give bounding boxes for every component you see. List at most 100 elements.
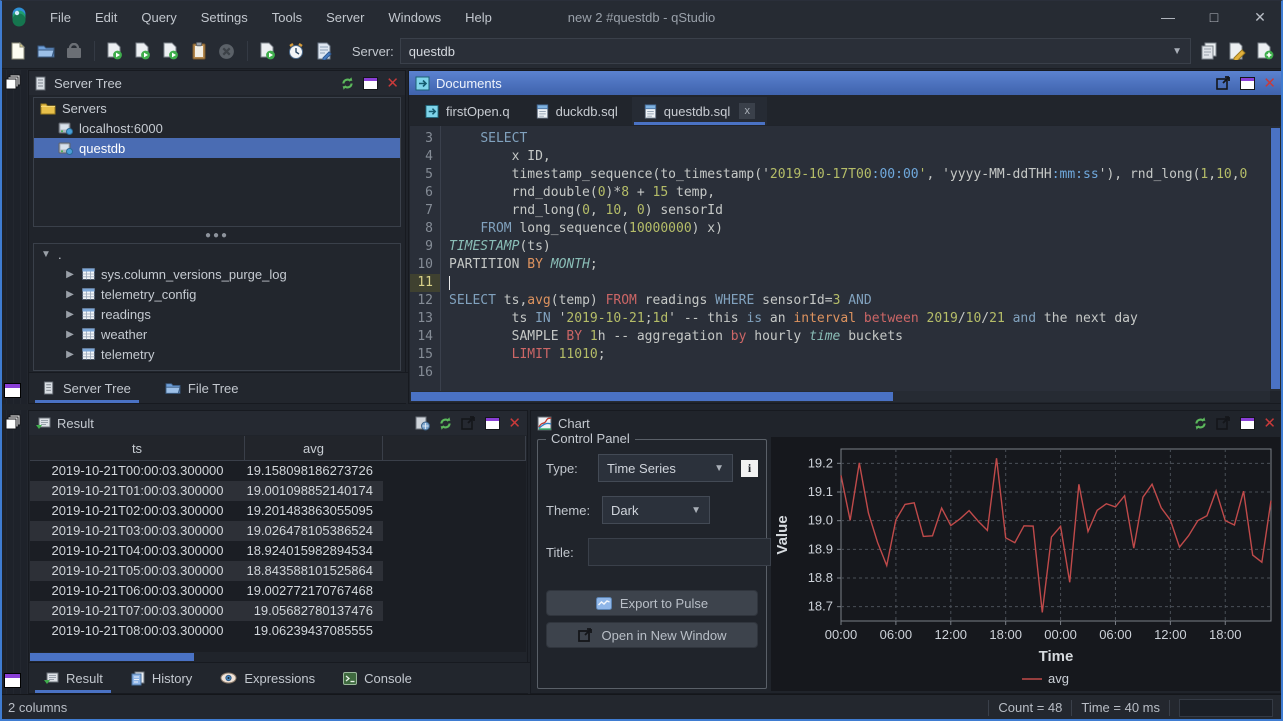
maximize-panel-icon[interactable] — [1240, 77, 1255, 90]
popout-icon[interactable] — [461, 416, 477, 430]
menu-edit[interactable]: Edit — [85, 6, 127, 29]
table-item-telemetry-config[interactable]: ▶telemetry_config — [34, 284, 400, 304]
svg-text:Value: Value — [774, 515, 791, 554]
add-server-icon[interactable] — [1254, 40, 1276, 62]
table-row[interactable]: 2019-10-21T06:00:03.30000019.00277217076… — [30, 581, 526, 601]
chevron-collapsed-icon[interactable]: ▶ — [64, 269, 76, 280]
table-row[interactable]: 2019-10-21T08:00:03.30000019.06239437085… — [30, 621, 526, 641]
tree-root-servers[interactable]: Servers — [34, 98, 400, 118]
edit-server-icon[interactable] — [1226, 40, 1248, 62]
chevron-collapsed-icon[interactable]: ▶ — [64, 349, 76, 360]
run-line-icon[interactable] — [132, 40, 154, 62]
doc-tab-firstOpen-q[interactable]: firstOpen.q — [413, 97, 522, 125]
stacked-windows-icon[interactable] — [4, 414, 22, 432]
menu-help[interactable]: Help — [455, 6, 502, 29]
table-row[interactable]: 2019-10-21T04:00:03.30000018.92401598289… — [30, 541, 526, 561]
close-panel-icon[interactable]: ✕ — [1263, 416, 1276, 431]
svg-text:19.1: 19.1 — [808, 484, 833, 499]
menu-query[interactable]: Query — [131, 6, 186, 29]
tab-server-tree[interactable]: Server Tree — [39, 373, 135, 403]
tab-file-tree[interactable]: File Tree — [161, 373, 243, 403]
server-item-questdb[interactable]: questdb — [34, 138, 400, 158]
export-to-pulse-button[interactable]: Export to Pulse — [546, 590, 758, 616]
menu-tools[interactable]: Tools — [262, 6, 312, 29]
window-minimize-button[interactable]: — — [1145, 2, 1191, 32]
dock-strip-bottom — [0, 410, 29, 694]
server-combobox[interactable]: questdb ▼ — [400, 38, 1191, 64]
theme-dropdown[interactable]: Dark ▼ — [602, 496, 710, 524]
folder-icon — [40, 102, 56, 115]
server-item-localhost-6000[interactable]: localhost:6000 — [34, 118, 400, 138]
script-edit-icon[interactable] — [313, 40, 335, 62]
type-dropdown[interactable]: Time Series ▼ — [598, 454, 733, 482]
doc-tab-questdb-sql[interactable]: questdb.sqlx — [632, 97, 768, 125]
table-item-telemetry[interactable]: ▶telemetry — [34, 344, 400, 364]
refresh-icon[interactable] — [438, 416, 453, 431]
stacked-windows-icon[interactable] — [4, 74, 22, 92]
refresh-icon[interactable] — [1193, 416, 1208, 431]
result-table[interactable]: tsavg 2019-10-21T00:00:03.30000019.15809… — [30, 436, 526, 652]
popout-icon[interactable] — [1216, 76, 1232, 90]
table-row[interactable]: 2019-10-21T00:00:03.30000019.15809818627… — [30, 461, 526, 481]
info-icon[interactable]: i — [741, 460, 758, 477]
chevron-expanded-icon[interactable]: ▼ — [40, 249, 52, 260]
copy-server-icon[interactable] — [1198, 40, 1220, 62]
schedule-clock-icon[interactable] — [285, 40, 307, 62]
column-header-ts[interactable]: ts — [30, 436, 245, 460]
tab-history[interactable]: History — [127, 663, 196, 693]
table-row[interactable]: 2019-10-21T05:00:03.30000018.84358810152… — [30, 561, 526, 581]
maximize-panel-icon[interactable] — [1240, 417, 1255, 430]
close-panel-icon[interactable]: ✕ — [1263, 76, 1276, 91]
menu-settings[interactable]: Settings — [191, 6, 258, 29]
result-hscrollbar[interactable] — [30, 652, 526, 662]
doc-tab-duckdb-sql[interactable]: duckdb.sql — [524, 97, 630, 125]
table-row[interactable]: 2019-10-21T02:00:03.30000019.20148386305… — [30, 501, 526, 521]
editor-code[interactable]: SELECT x ID, timestamp_sequence(to_times… — [441, 126, 1270, 391]
menu-file[interactable]: File — [40, 6, 81, 29]
run-selection-icon[interactable] — [160, 40, 182, 62]
table-row[interactable]: 2019-10-21T01:00:03.30000019.00109885214… — [30, 481, 526, 501]
save-file-icon[interactable] — [63, 40, 85, 62]
tree-dot-root[interactable]: ▼ . — [34, 244, 400, 264]
send-query-icon[interactable] — [257, 40, 279, 62]
new-file-icon[interactable] — [7, 40, 29, 62]
code-line: SELECT — [449, 130, 1270, 148]
column-header-avg[interactable]: avg — [245, 436, 383, 460]
splitter-handle[interactable]: ●●● — [29, 229, 405, 241]
editor-vscrollbar[interactable] — [1270, 126, 1281, 391]
table-row[interactable]: 2019-10-21T03:00:03.30000019.02647810538… — [30, 521, 526, 541]
timeseries-chart[interactable]: 18.718.818.919.019.119.200:0006:0012:001… — [771, 437, 1280, 691]
close-panel-icon[interactable]: ✕ — [386, 76, 399, 91]
restore-window-icon[interactable] — [4, 673, 21, 688]
open-file-icon[interactable] — [35, 40, 57, 62]
refresh-icon[interactable] — [340, 76, 355, 91]
table-item-weather[interactable]: ▶weather — [34, 324, 400, 344]
menu-windows[interactable]: Windows — [378, 6, 451, 29]
chevron-collapsed-icon[interactable]: ▶ — [64, 329, 76, 340]
chevron-collapsed-icon[interactable]: ▶ — [64, 309, 76, 320]
restore-window-icon[interactable] — [4, 383, 21, 398]
code-editor[interactable]: 345678910111213141516 SELECT x ID, times… — [410, 126, 1270, 391]
export-result-icon[interactable] — [415, 416, 430, 431]
run-query-icon[interactable] — [104, 40, 126, 62]
close-panel-icon[interactable]: ✕ — [508, 416, 521, 431]
clipboard-icon[interactable] — [188, 40, 210, 62]
chevron-collapsed-icon[interactable]: ▶ — [64, 289, 76, 300]
table-row[interactable]: 2019-10-21T07:00:03.30000019.05682780137… — [30, 601, 526, 621]
tree-dot-label: . — [58, 247, 62, 262]
table-item-readings[interactable]: ▶readings — [34, 304, 400, 324]
open-in-new-window-button[interactable]: Open in New Window — [546, 622, 758, 648]
close-tab-icon[interactable]: x — [739, 103, 755, 119]
window-maximize-button[interactable]: □ — [1191, 2, 1237, 32]
chart-title-input[interactable] — [588, 538, 771, 566]
popout-icon[interactable] — [1216, 416, 1232, 430]
tab-expressions[interactable]: Expressions — [216, 663, 319, 693]
tab-console[interactable]: Console — [339, 663, 416, 693]
maximize-panel-icon[interactable] — [485, 417, 500, 430]
table-item-sys-column-versions-purge-log[interactable]: ▶sys.column_versions_purge_log — [34, 264, 400, 284]
tab-result[interactable]: Result — [39, 663, 107, 693]
window-close-button[interactable]: ✕ — [1237, 2, 1283, 32]
maximize-panel-icon[interactable] — [363, 77, 378, 90]
menu-server[interactable]: Server — [316, 6, 374, 29]
editor-hscrollbar[interactable] — [410, 391, 1270, 402]
